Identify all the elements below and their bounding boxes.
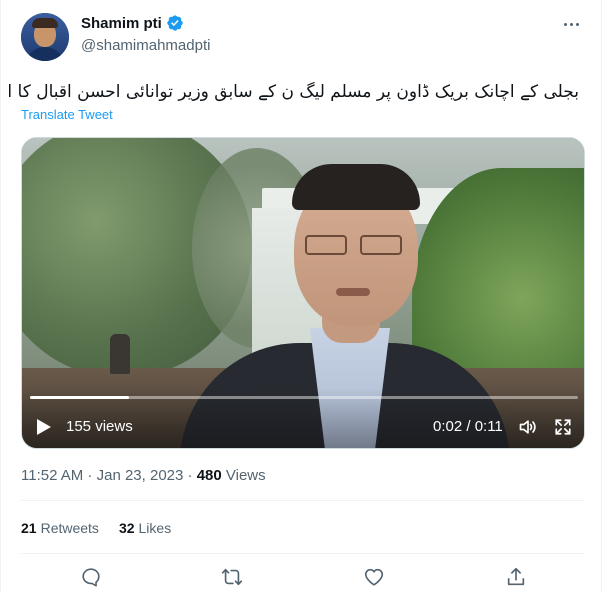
divider	[21, 500, 585, 501]
retweets-stat[interactable]: 21 Retweets	[21, 520, 99, 536]
tweet-meta: 11:52 AM · Jan 23, 2023 · 480 Views	[21, 467, 266, 484]
tweet-text: بجلی کے اچانک بریک ڈاون پر مسلم لیگ ن کے…	[9, 82, 579, 102]
video-progress-fill	[30, 396, 129, 399]
video-progress-bar[interactable]	[30, 396, 578, 399]
author-name[interactable]: Shamim pti	[81, 15, 162, 32]
tweet-views-label: Views	[221, 467, 266, 484]
tweet-date[interactable]: Jan 23, 2023	[97, 467, 184, 484]
retweet-icon[interactable]	[221, 566, 243, 588]
likes-stat[interactable]: 32 Likes	[119, 520, 171, 536]
retweets-count: 21	[21, 520, 37, 536]
author-name-row[interactable]: Shamim pti	[81, 14, 184, 32]
translate-tweet-link[interactable]: Translate Tweet	[21, 107, 113, 122]
tweet-time[interactable]: 11:52 AM	[21, 467, 83, 484]
reply-icon[interactable]	[80, 566, 102, 588]
more-icon[interactable]	[561, 14, 581, 34]
engagement-stats: 21 Retweets 32 Likes	[21, 520, 171, 536]
volume-icon[interactable]	[518, 417, 538, 437]
share-icon[interactable]	[505, 566, 527, 588]
avatar[interactable]	[21, 13, 69, 61]
likes-label: Likes	[138, 520, 172, 536]
video-view-count: 155 views	[66, 418, 133, 435]
likes-count: 32	[118, 520, 135, 536]
author-handle[interactable]: @shamimahmadpti	[81, 37, 210, 54]
like-icon[interactable]	[363, 566, 385, 588]
tweet-card: Shamim pti @shamimahmadpti بجلی کے اچانک…	[0, 0, 602, 592]
video-time: 0:02 / 0:11	[433, 418, 503, 435]
divider	[21, 553, 585, 554]
meta-separator: ·	[183, 467, 197, 484]
meta-separator: ·	[83, 467, 97, 484]
retweets-label: Retweets	[40, 520, 99, 536]
video-player[interactable]: 155 views 0:02 / 0:11	[21, 137, 585, 449]
fullscreen-icon[interactable]	[554, 418, 572, 436]
tweet-view-count: 480	[196, 467, 222, 484]
play-icon[interactable]	[36, 418, 52, 436]
verified-badge-icon	[167, 15, 183, 31]
